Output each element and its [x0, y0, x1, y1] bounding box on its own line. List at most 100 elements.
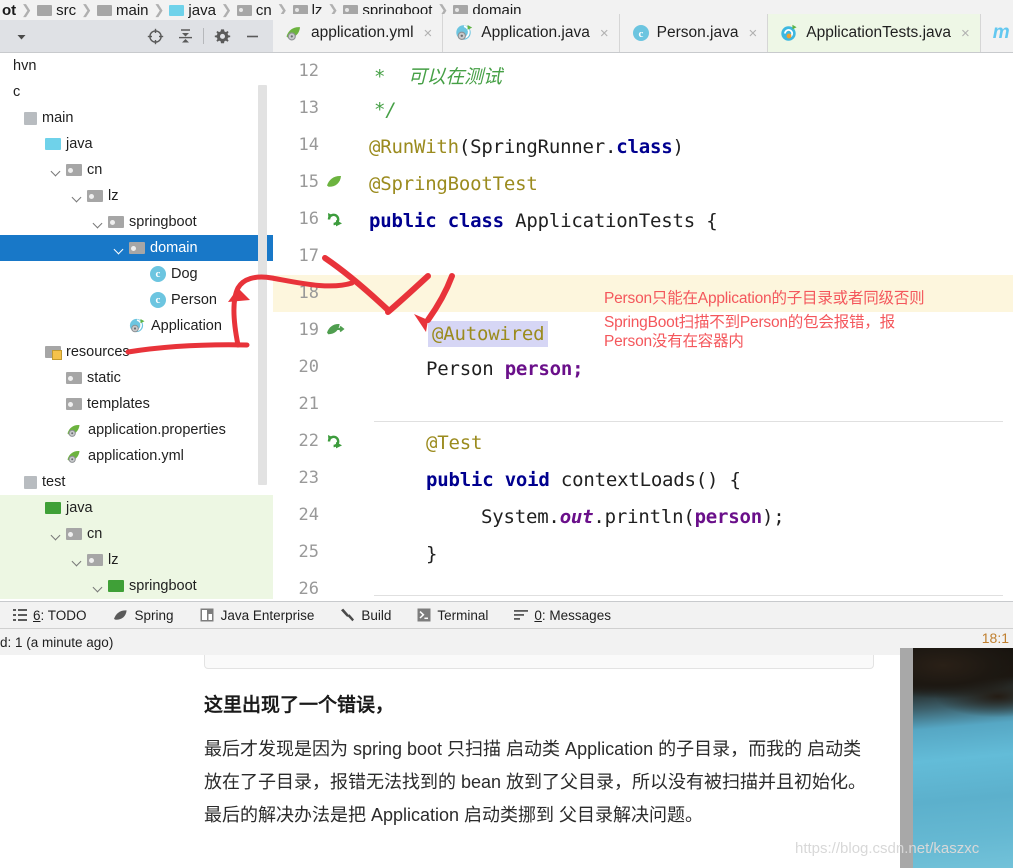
tool-window-label: Build	[361, 607, 392, 623]
breadcrumb-item[interactable]: cn	[235, 2, 274, 19]
breadcrumb-item[interactable]: java	[167, 2, 218, 19]
tree-item-label: springboot	[129, 214, 197, 230]
gear-icon	[214, 28, 230, 43]
editor-line: 25	[273, 534, 1013, 571]
editor-tab-label: ApplicationTests.java	[806, 24, 952, 41]
tree-item-label: java	[66, 500, 93, 516]
code-line-21: @Test	[426, 432, 482, 454]
dropdown-arrow-button[interactable]	[6, 21, 36, 51]
editor-line: 26	[273, 571, 1013, 601]
tree-item-lz[interactable]: lz	[0, 183, 273, 209]
editor-tab-applicationtests-java[interactable]: ApplicationTests.java ×	[768, 14, 981, 52]
spring-yaml-icon	[66, 423, 83, 438]
module-square-icon	[24, 111, 37, 125]
tree-item-springboot[interactable]: springboot	[0, 573, 273, 599]
tool-window-label: Java Enterprise	[220, 607, 315, 623]
chevron-down-icon[interactable]	[50, 164, 63, 177]
chevron-down-icon[interactable]	[92, 580, 105, 593]
status-left-text: d: 1 (a minute ago)	[0, 634, 114, 650]
editor-tab-application-java[interactable]: Application.java ×	[443, 14, 620, 52]
line-number: 25	[298, 542, 319, 562]
run-test-gutter-icon[interactable]	[325, 432, 347, 452]
code-token: class	[447, 210, 504, 232]
breadcrumb-item[interactable]: src	[35, 2, 78, 19]
chevron-down-icon[interactable]	[113, 242, 126, 255]
tree-item-application[interactable]: Application	[0, 313, 273, 339]
settings-button[interactable]	[207, 21, 237, 51]
code-token: ApplicationTests {	[515, 210, 718, 232]
tree-item-domain[interactable]: domain	[0, 235, 273, 261]
tree-item-templates[interactable]: templates	[0, 391, 273, 417]
tree-item-test[interactable]: test	[0, 469, 273, 495]
tree-item-person[interactable]: c Person	[0, 287, 273, 313]
svg-text:c: c	[638, 28, 643, 40]
tree-item-springboot[interactable]: springboot	[0, 209, 273, 235]
project-tree-scrollbar[interactable]	[258, 85, 267, 485]
hide-panel-button[interactable]	[237, 21, 267, 51]
project-panel-toolbar	[0, 20, 273, 53]
locate-file-button[interactable]	[140, 21, 170, 51]
editor-line: 20	[273, 349, 1013, 386]
java-class-icon: c	[150, 292, 166, 308]
tool-window-java-enterprise[interactable]: Java Enterprise	[187, 608, 328, 623]
breadcrumb-separator-icon: ❯	[21, 2, 33, 17]
tool-window-spring[interactable]: Spring	[100, 608, 187, 623]
tree-item-dog[interactable]: c Dog	[0, 261, 273, 287]
code-line-13: */	[374, 99, 397, 121]
tool-window-messages[interactable]: 0: Messages	[501, 608, 624, 623]
tool-window-terminal[interactable]: Terminal	[404, 608, 501, 623]
chevron-down-icon[interactable]	[71, 554, 84, 567]
tree-item-resources[interactable]: resources	[0, 339, 273, 365]
project-tree[interactable]: hvn c main java cn lz springboot domain c Dog c Per…	[0, 53, 273, 601]
tree-item-java[interactable]: java	[0, 131, 273, 157]
line-number: 26	[298, 579, 319, 599]
code-token: public	[369, 210, 437, 232]
run-test-gutter-icon[interactable]	[325, 210, 347, 230]
code-block-tail	[204, 655, 874, 669]
breadcrumb-separator-icon: ❯	[220, 2, 232, 17]
line-number: 16	[298, 209, 319, 229]
chevron-down-icon[interactable]	[71, 190, 84, 203]
hammer-icon	[340, 608, 355, 623]
code-token: @Autowired	[432, 323, 545, 345]
tool-window-label: Terminal	[437, 607, 489, 623]
breadcrumb-label: ot	[2, 1, 17, 19]
tool-window-todo[interactable]: 6: TODO	[0, 608, 100, 623]
tool-window-bar[interactable]: 6: TODO Spring Java Enterprise Build Termina…	[0, 601, 1013, 629]
tool-window-build[interactable]: Build	[327, 608, 404, 623]
chevron-down-icon[interactable]	[92, 216, 105, 229]
tree-item-main[interactable]: main	[0, 105, 273, 131]
close-icon[interactable]: ×	[961, 25, 970, 42]
tree-item-c[interactable]: c	[0, 79, 273, 105]
package-folder-icon	[87, 190, 103, 202]
editor-tab-label: Application.java	[481, 24, 590, 41]
editor-tab-m[interactable]: mm	[980, 14, 1013, 52]
breadcrumb-item[interactable]: ot	[0, 2, 18, 19]
close-icon[interactable]: ×	[600, 25, 609, 42]
tree-item-application-properties[interactable]: application.properties	[0, 417, 273, 443]
tree-item-hvn[interactable]: hvn	[0, 53, 273, 79]
source-folder-icon	[45, 138, 61, 150]
chevron-down-icon[interactable]	[50, 528, 63, 541]
article-paragraph: 最后才发现是因为 spring boot 只扫描 启动类 Application…	[204, 739, 867, 825]
tree-item-lz[interactable]: lz	[0, 547, 273, 573]
line-number: 12	[298, 61, 319, 81]
editor-tab-person-java[interactable]: c Person.java ×	[619, 14, 769, 52]
close-icon[interactable]: ×	[749, 25, 758, 42]
breadcrumb-item[interactable]: main	[95, 2, 151, 19]
autowired-bean-gutter-icon[interactable]	[325, 321, 347, 341]
tree-item-application-yml[interactable]: application.yml	[0, 443, 273, 469]
collapse-all-button[interactable]	[170, 21, 200, 51]
code-token: ;	[572, 358, 584, 380]
editor-tab-application-yml[interactable]: application.yml ×	[273, 14, 444, 52]
editor-tab-bar[interactable]: application.yml × Application.java × c Person…	[273, 14, 1013, 53]
tree-item-static[interactable]: static	[0, 365, 273, 391]
tree-item-cn[interactable]: cn	[0, 521, 273, 547]
spring-bean-gutter-icon[interactable]	[325, 173, 347, 193]
line-number: 22	[298, 431, 319, 451]
code-token: void	[504, 469, 550, 491]
close-icon[interactable]: ×	[424, 25, 433, 42]
code-line-15: @SpringBootTest	[369, 173, 538, 195]
tree-item-java[interactable]: java	[0, 495, 273, 521]
tree-item-cn[interactable]: cn	[0, 157, 273, 183]
